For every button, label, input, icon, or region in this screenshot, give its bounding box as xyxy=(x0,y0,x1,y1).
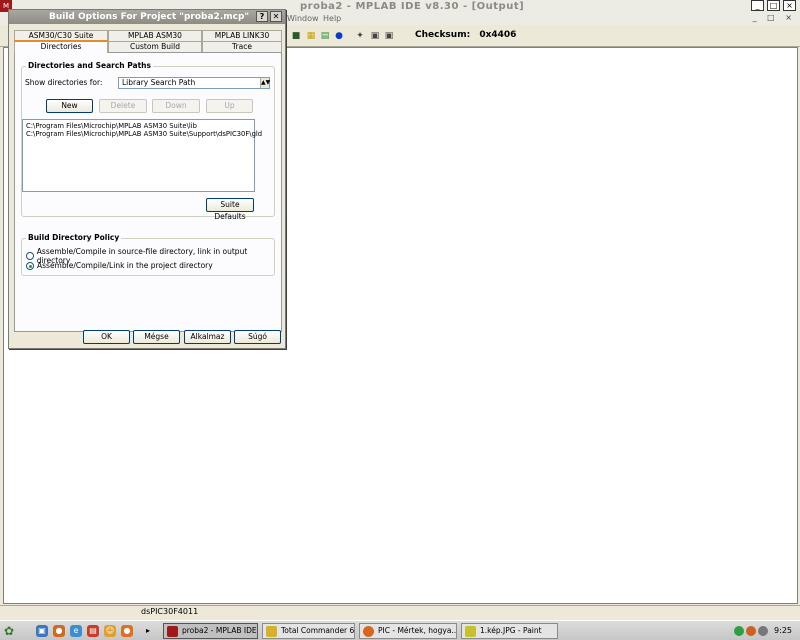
memory-window-icon[interactable]: ▣ xyxy=(370,31,380,41)
menu-window[interactable]: Window xyxy=(287,14,319,23)
menu-help[interactable]: Help xyxy=(323,14,341,23)
dialog-titlebar[interactable]: Build Options For Project "proba2.mcp" ?… xyxy=(9,10,285,24)
cancel-button[interactable]: Mégse xyxy=(133,330,180,344)
checksum-label: Checksum: xyxy=(415,30,471,40)
media-icon[interactable]: ● xyxy=(121,625,133,637)
tab-mplab-link30[interactable]: MPLAB LINK30 xyxy=(202,30,282,41)
build-icon[interactable]: ▦ xyxy=(306,31,316,41)
tray-volume-icon[interactable] xyxy=(758,626,768,636)
firefox-task-icon xyxy=(363,626,374,637)
directories-tab-panel: Directories and Search Paths Show direct… xyxy=(14,52,282,332)
minimize-button[interactable]: _ xyxy=(751,0,764,11)
close-title-button[interactable]: ✕ xyxy=(270,11,282,22)
tab-mplab-asm30[interactable]: MPLAB ASM30 xyxy=(108,30,202,41)
task-total-commander[interactable]: Total Commander 6.... xyxy=(262,623,355,639)
show-directories-select[interactable]: Library Search Path ▲▼ xyxy=(118,77,270,89)
maximize-button[interactable]: □ xyxy=(767,0,780,11)
dropdown-arrow-icon[interactable]: ▲▼ xyxy=(260,78,270,88)
task-firefox-label: PIC - Mértek, hogya... xyxy=(378,626,457,635)
list-item[interactable]: C:\Program Files\Microchip\MPLAB ASM30 S… xyxy=(26,130,262,138)
task-mplab[interactable]: proba2 - MPLAB IDE ... xyxy=(163,623,258,639)
radio-source-dir-indicator[interactable] xyxy=(26,252,34,260)
help-button[interactable]: Súgó xyxy=(234,330,281,344)
new-button[interactable]: New xyxy=(46,99,93,113)
help-title-button[interactable]: ? xyxy=(256,11,268,22)
make-icon[interactable]: ▤ xyxy=(320,31,330,41)
close-button[interactable]: × xyxy=(783,0,796,11)
ide-statusbar: dsPIC30F4011 xyxy=(0,605,800,618)
list-item[interactable]: C:\Program Files\Microchip\MPLAB ASM30 S… xyxy=(26,122,251,130)
radio-project-dir-label: Assemble/Compile/Link in the project dir… xyxy=(37,261,213,270)
program-memory-icon[interactable]: ▣ xyxy=(384,31,394,41)
messenger-icon[interactable]: ☺ xyxy=(104,625,116,637)
show-directories-label: Show directories for: xyxy=(25,78,103,87)
browser-icon[interactable]: e xyxy=(70,625,82,637)
settings-icon[interactable]: ✦ xyxy=(355,31,365,41)
start-icon[interactable]: ✿ xyxy=(4,624,18,638)
tray-app-icon[interactable] xyxy=(746,626,756,636)
taskbar: ✿ ▣ ● e ▤ ☺ ● ▸ proba2 - MPLAB IDE ... T… xyxy=(0,620,800,640)
tab-trace[interactable]: Trace xyxy=(202,41,282,52)
directories-group: Directories and Search Paths Show direct… xyxy=(21,61,275,221)
task-firefox[interactable]: PIC - Mértek, hogya... xyxy=(359,623,457,639)
suite-defaults-button[interactable]: Suite Defaults xyxy=(206,198,254,221)
apply-button[interactable]: Alkalmaz xyxy=(184,330,231,344)
total-commander-icon xyxy=(266,626,277,637)
info-icon[interactable]: ● xyxy=(334,31,344,41)
task-paint-label: 1.kép.JPG - Paint xyxy=(480,626,542,635)
tab-directories[interactable]: Directories xyxy=(14,40,108,53)
up-button[interactable]: Up xyxy=(206,99,253,113)
desktop-icon[interactable]: ▣ xyxy=(36,625,48,637)
checksum-display: Checksum: 0x4406 xyxy=(415,30,516,40)
build-policy-group: Build Directory Policy Assemble/Compile … xyxy=(21,233,275,276)
checksum-value: 0x4406 xyxy=(479,30,517,40)
task-total-commander-label: Total Commander 6.... xyxy=(281,626,355,635)
app-icon[interactable]: ▤ xyxy=(87,625,99,637)
ok-button[interactable]: OK xyxy=(83,330,130,344)
tab-custom-build[interactable]: Custom Build xyxy=(108,41,202,52)
system-tray: 9:25 xyxy=(730,621,800,640)
build-policy-group-label: Build Directory Policy xyxy=(26,233,122,242)
save-icon[interactable]: ■ xyxy=(291,31,301,41)
mdi-controls[interactable]: _ □ × xyxy=(753,13,796,22)
directory-list[interactable]: C:\Program Files\Microchip\MPLAB ASM30 S… xyxy=(22,119,262,192)
ide-window-controls: _ □ × xyxy=(751,0,796,11)
tray-shield-icon[interactable] xyxy=(734,626,744,636)
clock: 9:25 xyxy=(774,626,792,635)
task-paint[interactable]: 1.kép.JPG - Paint xyxy=(461,623,558,639)
task-mplab-label: proba2 - MPLAB IDE ... xyxy=(182,626,258,635)
radio-project-dir-indicator[interactable] xyxy=(26,261,34,270)
build-options-dialog: Build Options For Project "proba2.mcp" ?… xyxy=(8,9,286,349)
dialog-title: Build Options For Project "proba2.mcp" xyxy=(49,12,250,22)
ide-window-title: proba2 - MPLAB IDE v8.30 - [Output] xyxy=(300,1,525,12)
radio-project-dir[interactable]: Assemble/Compile/Link in the project dir… xyxy=(26,261,213,270)
show-directories-value: Library Search Path xyxy=(122,78,196,87)
down-button[interactable]: Down xyxy=(152,99,200,113)
dialog-title-buttons: ? ✕ xyxy=(256,11,282,22)
directories-group-label: Directories and Search Paths xyxy=(26,61,153,70)
paint-task-icon xyxy=(465,626,476,637)
device-indicator: dsPIC30F4011 xyxy=(141,607,199,616)
mplab-task-icon xyxy=(167,626,178,637)
delete-button[interactable]: Delete xyxy=(99,99,147,113)
chevron-right-icon[interactable]: ▸ xyxy=(142,625,154,637)
firefox-icon[interactable]: ● xyxy=(53,625,65,637)
